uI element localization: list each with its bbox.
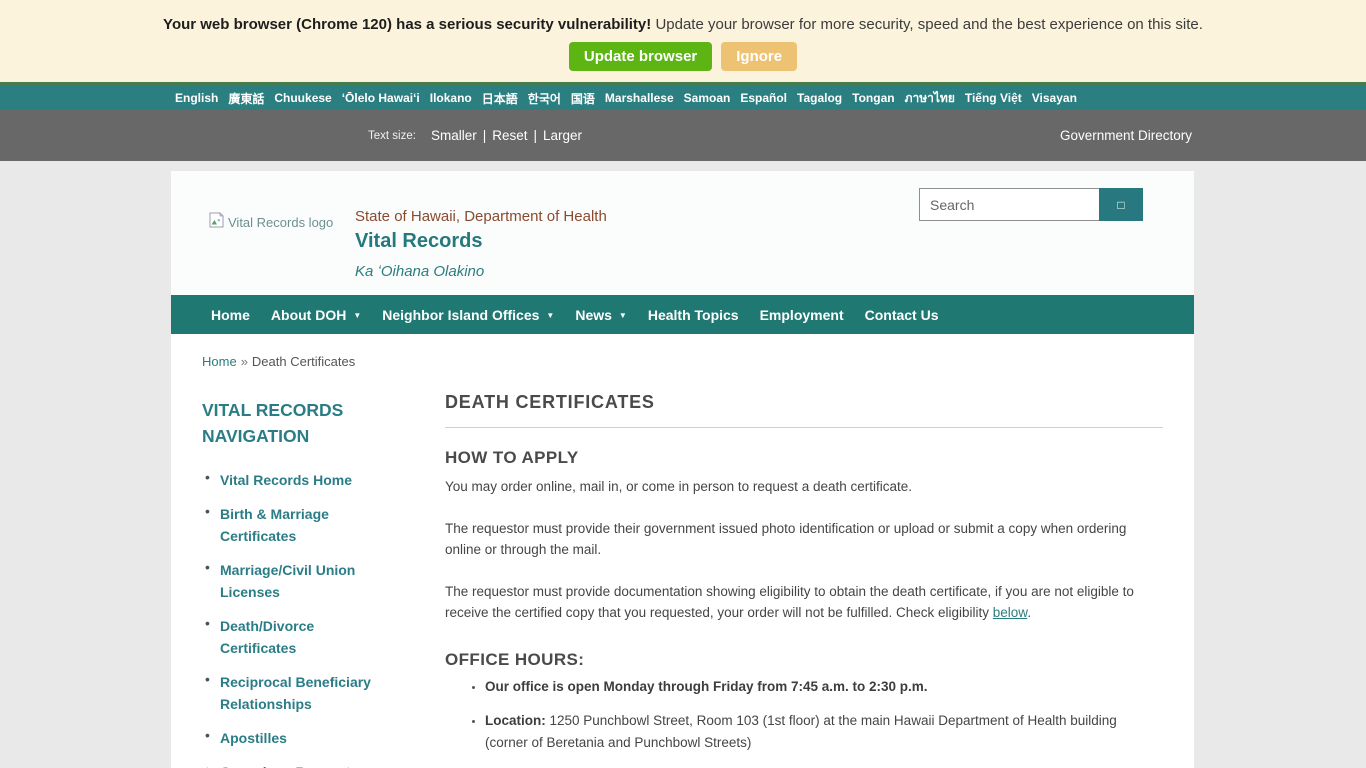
- search-button[interactable]: □: [1099, 188, 1143, 221]
- warning-message-bold: Your web browser (Chrome 120) has a seri…: [163, 16, 651, 33]
- how-to-apply-paragraph-1: You may order online, mail in, or come i…: [445, 476, 1163, 498]
- chevron-down-icon: ▼: [546, 311, 554, 320]
- agency-name: State of Hawaii, Department of Health: [355, 208, 607, 225]
- language-link-samoan[interactable]: Samoan: [684, 91, 731, 105]
- title-divider: [445, 427, 1163, 428]
- sidebar-title: VITAL RECORDS NAVIGATION: [202, 397, 382, 449]
- update-browser-button[interactable]: Update browser: [569, 42, 712, 71]
- language-link-mandarin[interactable]: 国语: [571, 90, 595, 107]
- chevron-down-icon: ▼: [353, 311, 361, 320]
- breadcrumb-home-link[interactable]: Home: [202, 354, 237, 369]
- language-link-chuukese[interactable]: Chuukese: [274, 91, 331, 105]
- text-size-label: Text size:: [368, 130, 416, 142]
- breadcrumb-separator: »: [241, 354, 248, 369]
- text-size-controls: Smaller | Reset | Larger: [431, 128, 582, 143]
- nav-item-health-topics[interactable]: Health Topics: [648, 307, 739, 323]
- language-link-korean[interactable]: 한국어: [528, 90, 561, 107]
- sidebar-item-marriage-civil-union-licenses: Marriage/Civil Union Licenses: [202, 559, 382, 603]
- eligibility-below-link[interactable]: below: [993, 605, 1028, 620]
- language-link-thai[interactable]: ภาษาไทย: [905, 89, 955, 108]
- language-link-vietnamese[interactable]: Tiếng Việt: [965, 91, 1022, 105]
- language-link-japanese[interactable]: 日本語: [482, 90, 518, 107]
- text-size-larger-link[interactable]: Larger: [543, 128, 582, 143]
- sidebar-item-death-divorce-certificates: Death/Divorce Certificates: [202, 615, 382, 659]
- site-logo[interactable]: Vital Records logo: [208, 212, 333, 232]
- warning-buttons: Update browser Ignore: [0, 42, 1366, 71]
- how-to-apply-paragraph-2: The requestor must provide their governm…: [445, 518, 1163, 561]
- office-hours-heading: OFFICE HOURS:: [445, 650, 1163, 670]
- text-size-smaller-link[interactable]: Smaller: [431, 128, 477, 143]
- nav-item-home[interactable]: Home: [211, 307, 250, 323]
- broken-image-icon: [208, 212, 225, 232]
- nav-item-neighbor-island-offices[interactable]: Neighbor Island Offices▼: [382, 307, 554, 323]
- separator: |: [483, 128, 487, 143]
- main-navigation: Home About DOH▼ Neighbor Island Offices▼…: [171, 295, 1194, 334]
- language-link-spanish[interactable]: Español: [740, 91, 787, 105]
- language-link-english[interactable]: English: [175, 91, 218, 105]
- sidebar-item-apostilles: Apostilles: [202, 727, 382, 749]
- language-bar: English 廣東話 Chuukese ʻŌlelo Hawaiʻi Ilok…: [0, 82, 1366, 110]
- language-link-cantonese[interactable]: 廣東話: [228, 90, 264, 107]
- language-link-visayan[interactable]: Visayan: [1032, 91, 1077, 105]
- nav-item-news[interactable]: News▼: [575, 307, 627, 323]
- content-area: VITAL RECORDS NAVIGATION Vital Records H…: [171, 392, 1194, 768]
- sidebar-item-vital-records-home: Vital Records Home: [202, 469, 382, 491]
- location-item: Location: 1250 Punchbowl Street, Room 10…: [485, 710, 1163, 753]
- nav-item-employment[interactable]: Employment: [760, 307, 844, 323]
- language-link-tagalog[interactable]: Tagalog: [797, 91, 842, 105]
- site-subtitle: Ka ʻOihana Olakino: [355, 263, 607, 280]
- nav-item-about-doh[interactable]: About DOH▼: [271, 307, 361, 323]
- office-hours-list: Our office is open Monday through Friday…: [445, 676, 1163, 768]
- sidebar-item-genealogy-requests: Genealogy Requests: [202, 761, 382, 768]
- language-link-marshallese[interactable]: Marshallese: [605, 91, 674, 105]
- browser-warning-banner: Your web browser (Chrome 120) has a seri…: [0, 0, 1366, 82]
- search-icon: □: [1117, 198, 1124, 212]
- warning-message: Your web browser (Chrome 120) has a seri…: [0, 16, 1366, 33]
- logo-alt-text: Vital Records logo: [228, 215, 333, 230]
- how-to-apply-paragraph-3: The requestor must provide documentation…: [445, 581, 1163, 624]
- main-content: DEATH CERTIFICATES HOW TO APPLY You may …: [445, 392, 1163, 768]
- text-size-reset-link[interactable]: Reset: [492, 128, 527, 143]
- sidebar-item-reciprocal-beneficiary-relationships: Reciprocal Beneficiary Relationships: [202, 671, 382, 715]
- warning-message-rest: Update your browser for more security, s…: [655, 16, 1203, 33]
- search-input[interactable]: [919, 188, 1099, 221]
- sidebar: VITAL RECORDS NAVIGATION Vital Records H…: [202, 392, 445, 768]
- search-box: □: [919, 188, 1143, 221]
- site-header: Vital Records logo State of Hawaii, Depa…: [171, 171, 1194, 295]
- ignore-button[interactable]: Ignore: [721, 42, 797, 71]
- government-directory-link[interactable]: Government Directory: [1060, 128, 1192, 143]
- site-title: Vital Records: [355, 230, 607, 253]
- breadcrumb-current: Death Certificates: [252, 354, 355, 369]
- page-title: DEATH CERTIFICATES: [445, 392, 1163, 413]
- language-link-tongan[interactable]: Tongan: [852, 91, 894, 105]
- utility-bar: Text size: Smaller | Reset | Larger Gove…: [0, 110, 1366, 161]
- sidebar-nav-list: Vital Records Home Birth & Marriage Cert…: [202, 469, 445, 768]
- sidebar-item-birth-marriage-certificates: Birth & Marriage Certificates: [202, 503, 382, 547]
- how-to-apply-heading: HOW TO APPLY: [445, 448, 1163, 468]
- page-background: Vital Records logo State of Hawaii, Depa…: [0, 161, 1366, 768]
- language-link-hawaiian[interactable]: ʻŌlelo Hawaiʻi: [342, 91, 420, 105]
- language-link-ilokano[interactable]: Ilokano: [430, 91, 472, 105]
- office-hours-item: Our office is open Monday through Friday…: [485, 676, 1163, 698]
- separator: |: [534, 128, 538, 143]
- site-titles: State of Hawaii, Department of Health Vi…: [355, 208, 607, 280]
- breadcrumb: Home » Death Certificates: [202, 354, 1194, 369]
- chevron-down-icon: ▼: [619, 311, 627, 320]
- site-card: Vital Records logo State of Hawaii, Depa…: [171, 171, 1194, 768]
- nav-item-contact-us[interactable]: Contact Us: [865, 307, 939, 323]
